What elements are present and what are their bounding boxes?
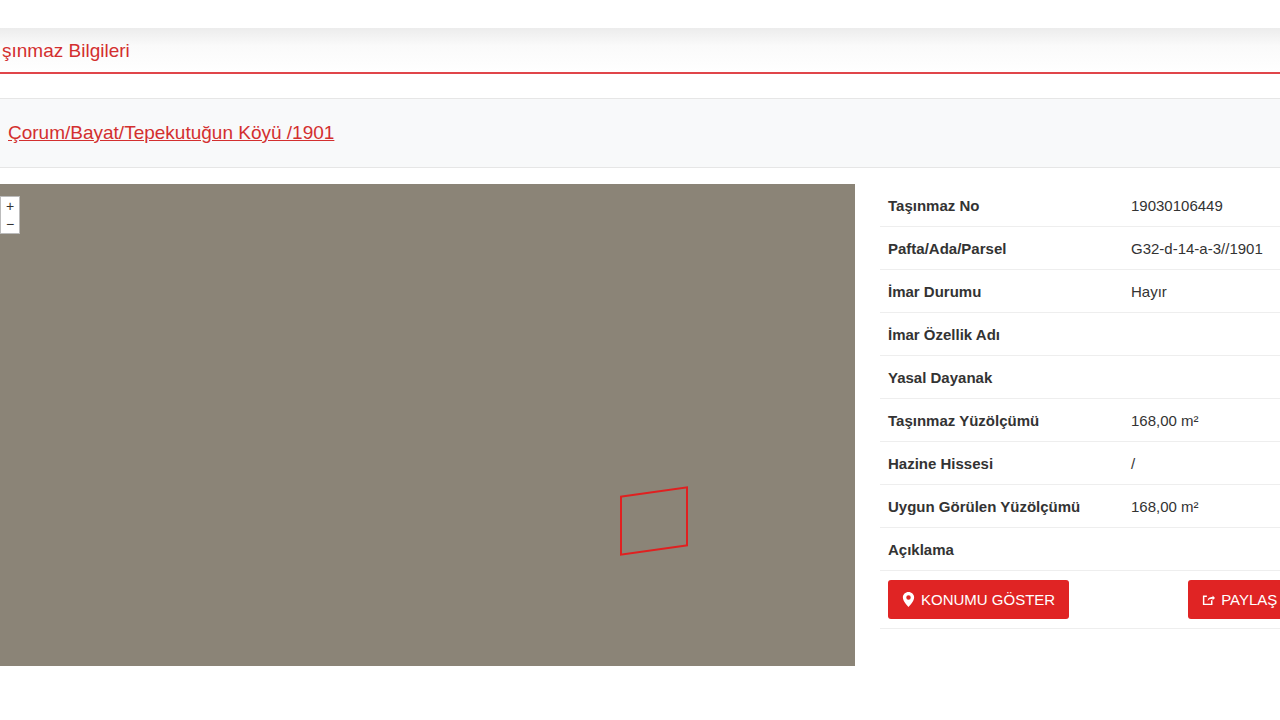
detail-row: Uygun Görülen Yüzölçümü 168,00 m² <box>880 485 1280 528</box>
detail-value: 19030106449 <box>1131 197 1223 214</box>
detail-value: Hayır <box>1131 283 1167 300</box>
detail-label: Hazine Hissesi <box>880 455 1131 472</box>
detail-row: Açıklama <box>880 528 1280 571</box>
detail-row: İmar Özellik Adı <box>880 313 1280 356</box>
detail-row: Taşınmaz Yüzölçümü 168,00 m² <box>880 399 1280 442</box>
detail-value: 168,00 m² <box>1131 412 1199 429</box>
card-title: şınmaz Bilgileri <box>2 40 130 61</box>
location-link[interactable]: Çorum/Bayat/Tepekutuğun Köyü /1901 <box>8 122 334 144</box>
detail-label: Pafta/Ada/Parsel <box>880 240 1131 257</box>
detail-row: İmar Durumu Hayır <box>880 270 1280 313</box>
details-panel: Taşınmaz No 19030106449Pafta/Ada/Parsel … <box>880 184 1280 666</box>
detail-label: Açıklama <box>880 541 1131 558</box>
detail-label: Uygun Görülen Yüzölçümü <box>880 498 1131 515</box>
main-row: + − Taşınmaz No 19030106449Pafta/Ada/Par… <box>0 184 1280 666</box>
detail-value: / <box>1131 455 1135 472</box>
detail-label: İmar Özellik Adı <box>880 326 1131 343</box>
detail-label: Yasal Dayanak <box>880 369 1131 386</box>
detail-row: Taşınmaz No 19030106449 <box>880 184 1280 227</box>
top-band <box>0 0 1280 28</box>
satellite-map[interactable]: + − <box>0 184 855 666</box>
zoom-out-button[interactable]: − <box>1 215 19 233</box>
card-header: şınmaz Bilgileri <box>0 28 1280 74</box>
map-pin-icon <box>902 592 915 607</box>
page: şınmaz Bilgileri Çorum/Bayat/Tepekutuğun… <box>0 0 1280 720</box>
share-icon <box>1202 592 1215 607</box>
detail-label: İmar Durumu <box>880 283 1131 300</box>
button-row: KONUMU GÖSTER PAYLAŞ <box>880 571 1280 629</box>
detail-value: G32-d-14-a-3//1901 <box>1131 240 1263 257</box>
detail-label: Taşınmaz No <box>880 197 1131 214</box>
zoom-in-button[interactable]: + <box>1 197 19 215</box>
show-location-button[interactable]: KONUMU GÖSTER <box>888 580 1069 619</box>
detail-row: Yasal Dayanak <box>880 356 1280 399</box>
location-band: Çorum/Bayat/Tepekutuğun Köyü /1901 <box>0 98 1280 168</box>
detail-row: Pafta/Ada/Parsel G32-d-14-a-3//1901 <box>880 227 1280 270</box>
detail-label: Taşınmaz Yüzölçümü <box>880 412 1131 429</box>
detail-value: 168,00 m² <box>1131 498 1199 515</box>
parcel-outline <box>620 486 688 556</box>
zoom-control: + − <box>0 196 20 234</box>
share-button[interactable]: PAYLAŞ <box>1188 580 1280 619</box>
detail-row: Hazine Hissesi / <box>880 442 1280 485</box>
